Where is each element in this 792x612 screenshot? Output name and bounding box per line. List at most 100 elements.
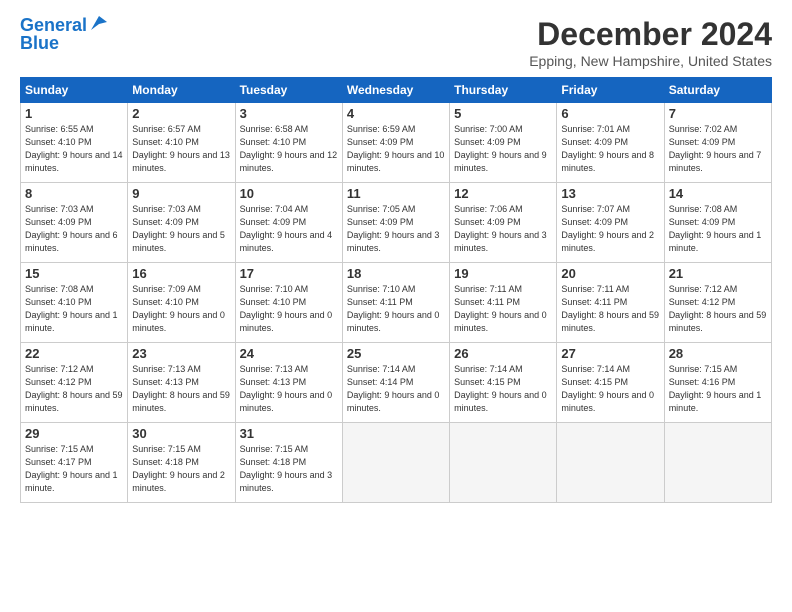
day-info: Sunrise: 7:05 AM Sunset: 4:09 PM Dayligh… (347, 203, 445, 255)
day-info: Sunrise: 7:03 AM Sunset: 4:09 PM Dayligh… (25, 203, 123, 255)
day-number: 23 (132, 346, 230, 361)
calendar-day-cell: 18 Sunrise: 7:10 AM Sunset: 4:11 PM Dayl… (342, 263, 449, 343)
day-info: Sunrise: 7:00 AM Sunset: 4:09 PM Dayligh… (454, 123, 552, 175)
calendar-week-row: 22 Sunrise: 7:12 AM Sunset: 4:12 PM Dayl… (21, 343, 772, 423)
day-info: Sunrise: 7:13 AM Sunset: 4:13 PM Dayligh… (132, 363, 230, 415)
day-info: Sunrise: 6:59 AM Sunset: 4:09 PM Dayligh… (347, 123, 445, 175)
day-info: Sunrise: 6:57 AM Sunset: 4:10 PM Dayligh… (132, 123, 230, 175)
day-number: 22 (25, 346, 123, 361)
day-number: 17 (240, 266, 338, 281)
calendar-day-cell: 9 Sunrise: 7:03 AM Sunset: 4:09 PM Dayli… (128, 183, 235, 263)
day-info: Sunrise: 7:06 AM Sunset: 4:09 PM Dayligh… (454, 203, 552, 255)
calendar-day-cell: 15 Sunrise: 7:08 AM Sunset: 4:10 PM Dayl… (21, 263, 128, 343)
calendar-day-cell: 30 Sunrise: 7:15 AM Sunset: 4:18 PM Dayl… (128, 423, 235, 503)
logo-blue: Blue (20, 34, 107, 54)
day-number: 7 (669, 106, 767, 121)
day-info: Sunrise: 7:15 AM Sunset: 4:18 PM Dayligh… (132, 443, 230, 495)
day-info: Sunrise: 7:15 AM Sunset: 4:17 PM Dayligh… (25, 443, 123, 495)
day-number: 13 (561, 186, 659, 201)
col-saturday: Saturday (664, 78, 771, 103)
calendar-day-cell: 8 Sunrise: 7:03 AM Sunset: 4:09 PM Dayli… (21, 183, 128, 263)
day-number: 24 (240, 346, 338, 361)
day-number: 5 (454, 106, 552, 121)
calendar-day-cell (342, 423, 449, 503)
day-number: 27 (561, 346, 659, 361)
calendar-day-cell: 23 Sunrise: 7:13 AM Sunset: 4:13 PM Dayl… (128, 343, 235, 423)
day-info: Sunrise: 7:12 AM Sunset: 4:12 PM Dayligh… (669, 283, 767, 335)
calendar-day-cell: 20 Sunrise: 7:11 AM Sunset: 4:11 PM Dayl… (557, 263, 664, 343)
calendar-day-cell: 29 Sunrise: 7:15 AM Sunset: 4:17 PM Dayl… (21, 423, 128, 503)
day-info: Sunrise: 7:12 AM Sunset: 4:12 PM Dayligh… (25, 363, 123, 415)
day-number: 26 (454, 346, 552, 361)
calendar-day-cell: 21 Sunrise: 7:12 AM Sunset: 4:12 PM Dayl… (664, 263, 771, 343)
day-info: Sunrise: 7:15 AM Sunset: 4:18 PM Dayligh… (240, 443, 338, 495)
calendar-day-cell: 11 Sunrise: 7:05 AM Sunset: 4:09 PM Dayl… (342, 183, 449, 263)
calendar-week-row: 1 Sunrise: 6:55 AM Sunset: 4:10 PM Dayli… (21, 103, 772, 183)
day-number: 14 (669, 186, 767, 201)
calendar-day-cell (450, 423, 557, 503)
day-info: Sunrise: 7:04 AM Sunset: 4:09 PM Dayligh… (240, 203, 338, 255)
calendar-day-cell (557, 423, 664, 503)
calendar-day-cell: 16 Sunrise: 7:09 AM Sunset: 4:10 PM Dayl… (128, 263, 235, 343)
day-number: 3 (240, 106, 338, 121)
day-info: Sunrise: 7:11 AM Sunset: 4:11 PM Dayligh… (454, 283, 552, 335)
calendar-day-cell: 28 Sunrise: 7:15 AM Sunset: 4:16 PM Dayl… (664, 343, 771, 423)
calendar-day-cell: 2 Sunrise: 6:57 AM Sunset: 4:10 PM Dayli… (128, 103, 235, 183)
location: Epping, New Hampshire, United States (529, 53, 772, 69)
day-number: 1 (25, 106, 123, 121)
day-number: 15 (25, 266, 123, 281)
day-info: Sunrise: 7:08 AM Sunset: 4:10 PM Dayligh… (25, 283, 123, 335)
calendar-day-cell (664, 423, 771, 503)
day-number: 28 (669, 346, 767, 361)
calendar-day-cell: 24 Sunrise: 7:13 AM Sunset: 4:13 PM Dayl… (235, 343, 342, 423)
day-number: 21 (669, 266, 767, 281)
logo-bird-icon (89, 14, 107, 32)
day-number: 10 (240, 186, 338, 201)
calendar-day-cell: 5 Sunrise: 7:00 AM Sunset: 4:09 PM Dayli… (450, 103, 557, 183)
calendar-day-cell: 27 Sunrise: 7:14 AM Sunset: 4:15 PM Dayl… (557, 343, 664, 423)
calendar-table: Sunday Monday Tuesday Wednesday Thursday… (20, 77, 772, 503)
calendar-day-cell: 3 Sunrise: 6:58 AM Sunset: 4:10 PM Dayli… (235, 103, 342, 183)
col-friday: Friday (557, 78, 664, 103)
calendar-day-cell: 26 Sunrise: 7:14 AM Sunset: 4:15 PM Dayl… (450, 343, 557, 423)
day-info: Sunrise: 7:08 AM Sunset: 4:09 PM Dayligh… (669, 203, 767, 255)
day-number: 29 (25, 426, 123, 441)
calendar-day-cell: 17 Sunrise: 7:10 AM Sunset: 4:10 PM Dayl… (235, 263, 342, 343)
page: General Blue December 2024 Epping, New H… (0, 0, 792, 612)
day-info: Sunrise: 7:13 AM Sunset: 4:13 PM Dayligh… (240, 363, 338, 415)
calendar-day-cell: 31 Sunrise: 7:15 AM Sunset: 4:18 PM Dayl… (235, 423, 342, 503)
day-number: 30 (132, 426, 230, 441)
calendar-day-cell: 25 Sunrise: 7:14 AM Sunset: 4:14 PM Dayl… (342, 343, 449, 423)
calendar-week-row: 29 Sunrise: 7:15 AM Sunset: 4:17 PM Dayl… (21, 423, 772, 503)
calendar-day-cell: 12 Sunrise: 7:06 AM Sunset: 4:09 PM Dayl… (450, 183, 557, 263)
calendar-day-cell: 4 Sunrise: 6:59 AM Sunset: 4:09 PM Dayli… (342, 103, 449, 183)
month-title: December 2024 (529, 16, 772, 53)
header-row: Sunday Monday Tuesday Wednesday Thursday… (21, 78, 772, 103)
calendar-day-cell: 13 Sunrise: 7:07 AM Sunset: 4:09 PM Dayl… (557, 183, 664, 263)
title-section: December 2024 Epping, New Hampshire, Uni… (529, 16, 772, 69)
day-number: 31 (240, 426, 338, 441)
day-number: 12 (454, 186, 552, 201)
day-info: Sunrise: 6:58 AM Sunset: 4:10 PM Dayligh… (240, 123, 338, 175)
day-info: Sunrise: 7:10 AM Sunset: 4:10 PM Dayligh… (240, 283, 338, 335)
day-info: Sunrise: 7:02 AM Sunset: 4:09 PM Dayligh… (669, 123, 767, 175)
day-info: Sunrise: 7:07 AM Sunset: 4:09 PM Dayligh… (561, 203, 659, 255)
col-tuesday: Tuesday (235, 78, 342, 103)
day-info: Sunrise: 7:11 AM Sunset: 4:11 PM Dayligh… (561, 283, 659, 335)
day-info: Sunrise: 7:03 AM Sunset: 4:09 PM Dayligh… (132, 203, 230, 255)
calendar-day-cell: 1 Sunrise: 6:55 AM Sunset: 4:10 PM Dayli… (21, 103, 128, 183)
day-number: 8 (25, 186, 123, 201)
col-monday: Monday (128, 78, 235, 103)
col-wednesday: Wednesday (342, 78, 449, 103)
day-number: 11 (347, 186, 445, 201)
calendar-week-row: 15 Sunrise: 7:08 AM Sunset: 4:10 PM Dayl… (21, 263, 772, 343)
day-number: 2 (132, 106, 230, 121)
day-info: Sunrise: 7:14 AM Sunset: 4:14 PM Dayligh… (347, 363, 445, 415)
col-sunday: Sunday (21, 78, 128, 103)
day-info: Sunrise: 7:14 AM Sunset: 4:15 PM Dayligh… (454, 363, 552, 415)
day-number: 16 (132, 266, 230, 281)
day-number: 4 (347, 106, 445, 121)
calendar-day-cell: 14 Sunrise: 7:08 AM Sunset: 4:09 PM Dayl… (664, 183, 771, 263)
header: General Blue December 2024 Epping, New H… (20, 16, 772, 69)
col-thursday: Thursday (450, 78, 557, 103)
